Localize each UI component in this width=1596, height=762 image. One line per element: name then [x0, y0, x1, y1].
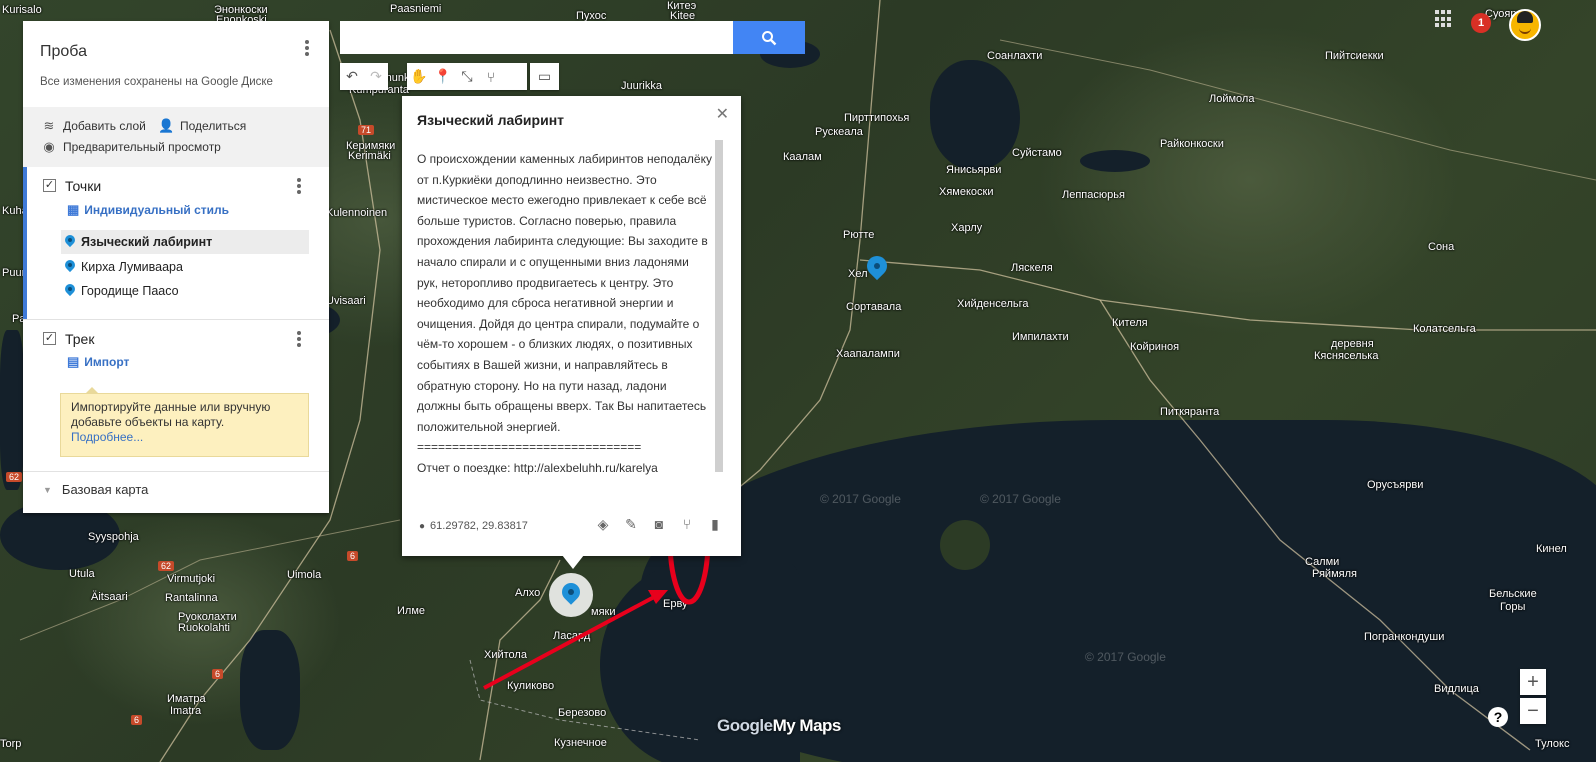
place-item-labyrinth[interactable]: Языческий лабиринт: [61, 230, 309, 254]
style-link-label: Индивидуальный стиль: [84, 203, 230, 217]
add-marker-button[interactable]: 📍: [431, 63, 455, 90]
undo-icon: ↶: [346, 68, 358, 84]
close-icon[interactable]: ✕: [716, 104, 729, 124]
import-file-icon: ▤: [67, 354, 80, 369]
popup-title: Языческий лабиринт: [417, 112, 565, 128]
help-icon[interactable]: ?: [1488, 707, 1508, 727]
add-layer-label: Добавить слой: [63, 119, 146, 133]
preview-label: Предварительный просмотр: [63, 140, 221, 154]
place-pin-icon: [65, 284, 75, 298]
add-directions-button[interactable]: ⑂: [479, 63, 503, 90]
active-layer-indicator: [23, 167, 27, 319]
google-mymaps-logo: GoogleMy Maps: [717, 716, 841, 736]
tools-toolbar: ✋ 📍 ⤡ ⑂: [407, 63, 527, 90]
logo-mymaps-text: My Maps: [772, 716, 842, 735]
location-pin-icon: ●: [419, 520, 426, 532]
directions-button[interactable]: ⑂: [678, 515, 696, 533]
map-editor-panel: Проба Все изменения сохранены на Google …: [23, 21, 329, 513]
layer-points-style-link[interactable]: ▦ Индивидуальный стиль: [67, 202, 229, 218]
add-layer-button[interactable]: ≋ Добавить слой: [41, 118, 146, 134]
trash-icon: ▮: [711, 515, 719, 532]
search-button[interactable]: [733, 21, 805, 54]
directions-icon: ⑂: [486, 68, 496, 85]
layers-icon: ≋: [43, 118, 55, 133]
import-link[interactable]: ▤ Импорт: [67, 354, 129, 370]
marker-icon: 📍: [434, 68, 452, 84]
style-bucket-button[interactable]: ◈: [594, 515, 612, 533]
import-label: Импорт: [84, 355, 130, 369]
place-label: Городище Паасо: [81, 284, 179, 298]
ruler-icon: ▭: [537, 68, 552, 84]
edit-button[interactable]: ✎: [622, 515, 640, 533]
hand-icon: ✋: [410, 68, 428, 84]
place-label: Языческий лабиринт: [81, 235, 213, 249]
eye-icon: ◉: [43, 139, 55, 154]
annotation-arrow-line: [483, 594, 657, 690]
apps-grid-icon[interactable]: [1435, 10, 1453, 28]
redo-icon: ↷: [370, 68, 382, 84]
place-item-paaso[interactable]: Городище Паасо: [61, 279, 309, 303]
redo-button[interactable]: ↷: [364, 63, 388, 90]
paint-roller-icon: ▦: [67, 202, 80, 217]
layer-points-name[interactable]: Точки: [65, 178, 101, 194]
basemap-label: Базовая карта: [61, 482, 149, 497]
coords-text: 61.29782, 29.83817: [430, 520, 528, 532]
draw-line-button[interactable]: ⤡: [455, 63, 479, 90]
logo-google-text: Google: [717, 716, 773, 735]
draw-line-icon: ⤡: [461, 68, 473, 84]
layer-track-menu-icon[interactable]: [290, 330, 308, 348]
layer-track-name[interactable]: Трек: [65, 331, 94, 347]
pencil-icon: ✎: [625, 515, 637, 532]
notifications-badge[interactable]: 1: [1471, 13, 1491, 33]
layer-points-menu-icon[interactable]: [290, 177, 308, 195]
zoom-in-button[interactable]: +: [1520, 669, 1546, 695]
search-icon: [762, 30, 777, 45]
measure-button[interactable]: ▭: [530, 63, 559, 90]
save-status: Все изменения сохранены на Google Диске: [40, 76, 273, 88]
zoom-out-button[interactable]: −: [1520, 698, 1546, 724]
place-label: Кирха Лумиваара: [81, 260, 183, 274]
map-options-menu-icon[interactable]: [298, 39, 316, 57]
edit-toolbar: ↶ ↷: [340, 63, 388, 90]
panel-actions: ≋ Добавить слой 👤 Поделиться ◉ Предварит…: [23, 107, 329, 167]
chevron-down-icon: ▼: [43, 484, 52, 495]
layer-divider: [23, 319, 329, 320]
search-input[interactable]: [340, 21, 733, 54]
layer-track-checkbox[interactable]: ✓: [43, 332, 56, 345]
directions-icon: ⑂: [682, 516, 692, 532]
basemap-toggle[interactable]: ▼ Базовая карта: [43, 482, 148, 497]
add-person-icon: 👤: [158, 118, 175, 133]
place-pin-icon: [65, 260, 75, 274]
paint-bucket-icon: ◈: [597, 515, 609, 532]
pan-tool-button[interactable]: ✋: [407, 63, 431, 90]
add-photo-button[interactable]: ◙: [650, 515, 668, 533]
popup-coordinates: ● 61.29782, 29.83817: [419, 520, 528, 532]
basemap-divider: [23, 471, 329, 472]
popup-pointer: [562, 555, 584, 569]
popup-description: О происхождении каменных лабиринтов непо…: [417, 152, 712, 475]
camera-icon: ◙: [654, 516, 664, 532]
place-item-kirha[interactable]: Кирха Лумиваара: [61, 255, 309, 279]
tip-learn-more-link[interactable]: Подробнее...: [71, 430, 143, 444]
place-info-popup: Языческий лабиринт ✕ О происхождении кам…: [402, 96, 741, 569]
place-pin-icon: [65, 235, 75, 249]
share-button[interactable]: 👤 Поделиться: [158, 118, 246, 134]
delete-button[interactable]: ▮: [706, 515, 724, 533]
import-tip-box: Импортируйте данные или вручную добавьте…: [60, 387, 309, 457]
map-title[interactable]: Проба: [40, 43, 87, 61]
undo-button[interactable]: ↶: [340, 63, 364, 90]
tip-text: Импортируйте данные или вручную добавьте…: [71, 400, 271, 429]
layer-points-checkbox[interactable]: ✓: [43, 179, 56, 192]
popup-actions: ◈ ✎ ◙ ⑂ ▮: [594, 515, 724, 533]
popup-scrollbar[interactable]: [715, 140, 723, 472]
measure-toolbar: ▭: [530, 63, 559, 90]
avatar[interactable]: [1509, 9, 1541, 41]
share-label: Поделиться: [180, 119, 247, 133]
preview-button[interactable]: ◉ Предварительный просмотр: [41, 139, 221, 155]
